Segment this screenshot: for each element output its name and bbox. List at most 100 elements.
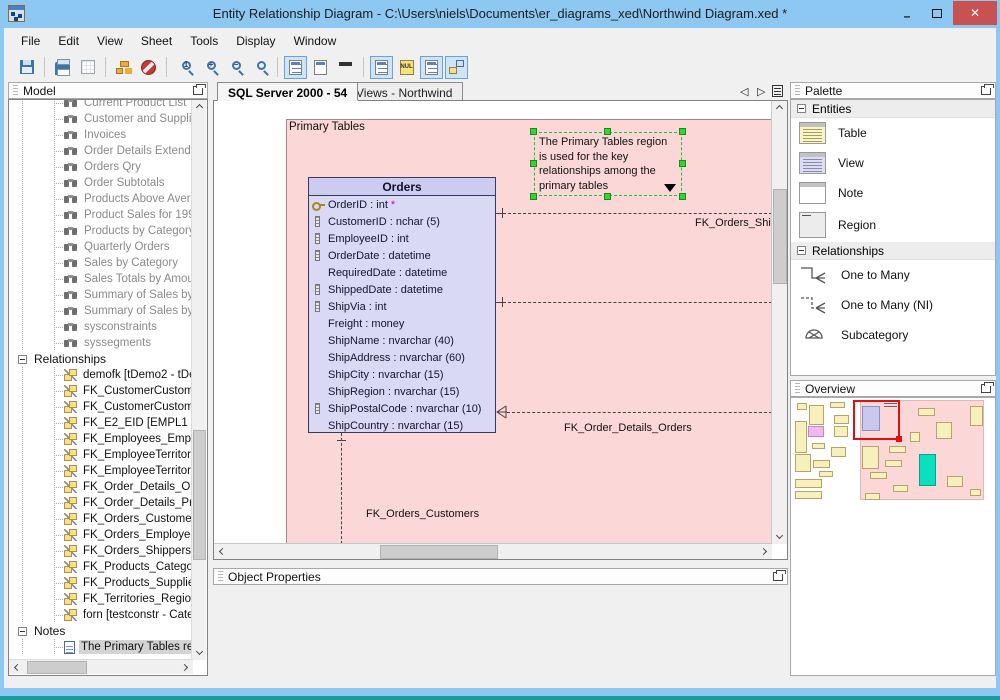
tree-vertical-scrollbar[interactable] xyxy=(191,100,206,660)
compact-view-button[interactable] xyxy=(334,56,357,79)
palette-item-subcategory[interactable]: Subcategory xyxy=(791,320,995,350)
object-properties-header[interactable]: Object Properties xyxy=(213,568,788,585)
table-field-row[interactable]: ShipPostalCode : nvarchar (10) xyxy=(309,400,495,417)
overview-viewport-handle[interactable] xyxy=(896,436,902,442)
scrollbar-thumb[interactable] xyxy=(773,189,787,284)
show-nullable-button[interactable]: NUL xyxy=(395,56,418,79)
table-field-row[interactable]: OrderID : int * xyxy=(309,196,495,213)
minimize-button[interactable]: – xyxy=(892,0,922,26)
table-field-row[interactable]: ShipCity : nvarchar (15) xyxy=(309,366,495,383)
palette-item-table[interactable]: Table xyxy=(791,118,995,148)
tree-item[interactable]: FK_Employees_Employee xyxy=(10,431,193,447)
tree-item[interactable]: FK_CustomerCustomerD xyxy=(10,399,193,415)
menu-item[interactable]: File xyxy=(12,30,49,52)
scrollbar-thumb[interactable] xyxy=(380,545,498,559)
table-field-row[interactable]: ShippedDate : datetime xyxy=(309,281,495,298)
palette-item-note[interactable]: Note xyxy=(791,178,995,208)
table-field-row[interactable]: EmployeeID : int xyxy=(309,230,495,247)
tree-item[interactable]: syssegments xyxy=(10,335,193,351)
relationship-line-vertical[interactable] xyxy=(341,433,342,544)
show-relationships-button[interactable] xyxy=(445,56,468,79)
palette-item-one-to-many-ni[interactable]: One to Many (NI) xyxy=(791,290,995,320)
tree-item[interactable]: Quarterly Orders xyxy=(10,239,193,255)
tree-horizontal-scrollbar[interactable] xyxy=(9,659,193,674)
zoom-100-button[interactable]: 1 xyxy=(173,56,196,79)
tree-item[interactable]: Order Details Extended xyxy=(10,143,193,159)
tree-item[interactable]: FK_Order_Details_Order xyxy=(10,479,193,495)
menu-item[interactable]: Tools xyxy=(181,30,227,52)
menu-item[interactable]: Sheet xyxy=(132,30,181,52)
scrollbar-thumb[interactable] xyxy=(27,661,87,674)
tree-item[interactable]: FK_Territories_Region [T xyxy=(10,591,193,607)
scroll-down-icon[interactable] xyxy=(776,532,783,539)
show-columns-button[interactable] xyxy=(370,56,393,79)
scroll-left-icon[interactable] xyxy=(219,548,226,555)
float-panel-icon[interactable] xyxy=(773,572,783,581)
tree-item[interactable]: FK_CustomerCustomerD xyxy=(10,383,193,399)
tab-sql-server[interactable]: SQL Server 2000 - 54 xyxy=(217,82,358,101)
canvas-horizontal-scrollbar[interactable] xyxy=(214,543,772,559)
relationship-line[interactable] xyxy=(507,412,772,413)
page-setup-button[interactable] xyxy=(76,56,99,79)
tree-item[interactable]: Summary of Sales by Yea xyxy=(10,303,193,319)
collapse-icon[interactable] xyxy=(18,627,27,636)
table-field-row[interactable]: Freight : money xyxy=(309,315,495,332)
tree-item[interactable]: The Primary Tables regio xyxy=(10,639,193,655)
tree-item[interactable]: Summary of Sales by Qu xyxy=(10,287,193,303)
stop-button[interactable] xyxy=(137,56,160,79)
tab-prev-icon[interactable]: ◁ xyxy=(740,85,748,98)
tree-item[interactable]: sysconstraints xyxy=(10,319,193,335)
table-field-row[interactable]: ShipAddress : nvarchar (60) xyxy=(309,349,495,366)
scroll-down-icon[interactable] xyxy=(196,648,203,655)
zoom-fit-button[interactable] xyxy=(248,56,271,79)
tree-item[interactable]: Relationships xyxy=(10,351,193,367)
tree-item[interactable]: Sales Totals by Amount xyxy=(10,271,193,287)
tree-item[interactable]: Products Above Average xyxy=(10,191,193,207)
float-panel-icon[interactable] xyxy=(193,86,203,95)
tree-item[interactable]: Notes xyxy=(10,623,193,639)
palette-item-one-to-many[interactable]: One to Many xyxy=(791,260,995,290)
zoom-in-button[interactable]: + xyxy=(198,56,221,79)
tree-item[interactable]: FK_E2_EID [EMPL1 - EMP xyxy=(10,415,193,431)
menu-item[interactable]: Window xyxy=(285,30,346,52)
print-button[interactable] xyxy=(51,56,74,79)
table-field-row[interactable]: ShipVia : int xyxy=(309,298,495,315)
tree-item[interactable]: FK_Orders_Shippers [Or xyxy=(10,543,193,559)
float-panel-icon[interactable] xyxy=(981,384,991,393)
scroll-right-icon[interactable] xyxy=(760,548,767,555)
detail-view-button[interactable] xyxy=(284,56,307,79)
tab-views-northwind[interactable]: Views - Northwind xyxy=(346,82,463,101)
tree-item[interactable]: Order Subtotals xyxy=(10,175,193,191)
scroll-right-icon[interactable] xyxy=(181,664,188,671)
tab-next-icon[interactable]: ▷ xyxy=(757,85,765,98)
float-panel-icon[interactable] xyxy=(981,86,991,95)
tree-item[interactable]: FK_EmployeeTerritories_ xyxy=(10,463,193,479)
overview-viewport[interactable] xyxy=(853,400,900,440)
table-field-row[interactable]: ShipName : nvarchar (40) xyxy=(309,332,495,349)
collapse-icon[interactable] xyxy=(797,246,806,255)
tree-item[interactable]: Products by Category xyxy=(10,223,193,239)
overview-minimap[interactable] xyxy=(795,400,991,560)
relationship-line[interactable] xyxy=(503,302,772,303)
orders-table-title[interactable]: Orders xyxy=(309,178,495,196)
tree-item[interactable]: FK_Products_Categories xyxy=(10,559,193,575)
scrollbar-thumb[interactable] xyxy=(193,430,206,560)
table-field-row[interactable]: CustomerID : nchar (5) xyxy=(309,213,495,230)
tree-item[interactable]: Sales by Category xyxy=(10,255,193,271)
panel-grip[interactable] xyxy=(795,383,800,394)
panel-grip[interactable] xyxy=(13,85,18,96)
relationship-line[interactable] xyxy=(503,213,772,214)
palette-group-entities[interactable]: Entities xyxy=(791,100,995,118)
table-field-row[interactable]: ShipRegion : nvarchar (15) xyxy=(309,383,495,400)
collapse-icon[interactable] xyxy=(18,355,27,364)
menu-item[interactable]: Display xyxy=(227,30,284,52)
auto-layout-button[interactable] xyxy=(112,56,135,79)
tree-item[interactable]: FK_Orders_Employees [O xyxy=(10,527,193,543)
tree-item[interactable]: Customer and Suppliers b xyxy=(10,111,193,127)
tree-item[interactable]: FK_EmployeeTerritories_ xyxy=(10,447,193,463)
tree-item[interactable]: FK_Orders_Customers [O xyxy=(10,511,193,527)
tab-list-icon[interactable] xyxy=(772,85,783,97)
title-bar[interactable]: Entity Relationship Diagram - C:\Users\n… xyxy=(0,0,1000,28)
collapse-icon[interactable] xyxy=(797,104,806,113)
show-indexes-button[interactable] xyxy=(420,56,443,79)
